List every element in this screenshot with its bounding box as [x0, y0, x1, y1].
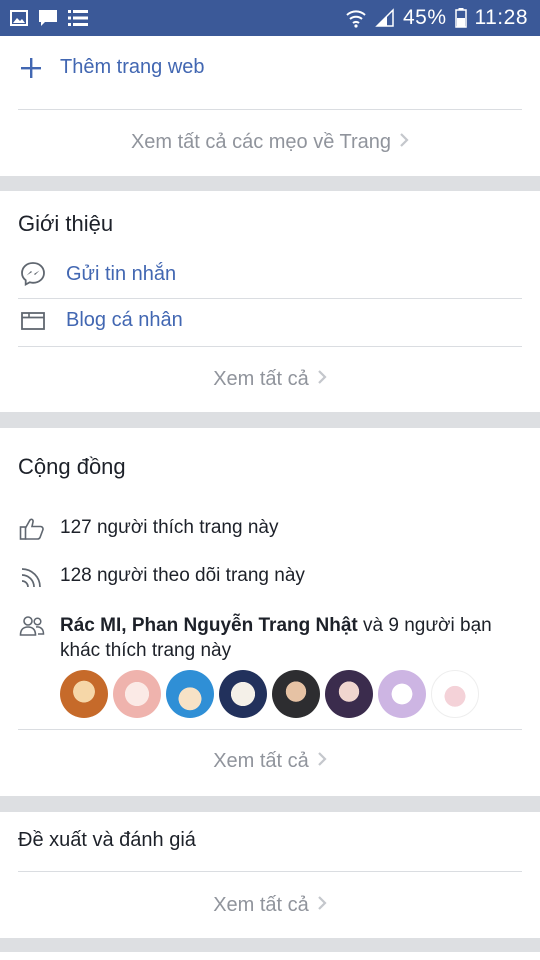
send-message-button[interactable]: Gửi tin nhắn [18, 261, 176, 287]
battery-icon [454, 8, 467, 28]
list-icon [68, 9, 88, 27]
avatar[interactable] [166, 670, 214, 718]
recommendations-section: Đề xuất và đánh giá Xem tất cả [0, 812, 540, 938]
see-all-recommendations-button[interactable]: Xem tất cả [0, 894, 540, 917]
avatar[interactable] [325, 670, 373, 718]
likes-count-text: 127 người thích trang này [60, 517, 279, 538]
recommendations-title: Đề xuất và đánh giá [18, 829, 196, 851]
chevron-right-icon [399, 131, 409, 154]
signal-icon [375, 8, 395, 28]
see-all-page-tips-label: Xem tất cả các mẹo về Trang [130, 131, 392, 153]
friends-like-row: Rác MI, Phan Nguyễn Trang Nhật và 9 ngườ… [18, 613, 520, 663]
status-bar: 45% 11:28 [0, 0, 540, 36]
thumbs-up-icon [18, 517, 46, 541]
divider [18, 298, 522, 299]
wifi-icon [345, 8, 367, 28]
chat-bubble-icon [38, 9, 58, 27]
gallery-icon [10, 10, 28, 26]
divider [18, 109, 522, 110]
messenger-icon [18, 261, 48, 287]
add-website-button[interactable]: Thêm trang web [18, 56, 205, 79]
see-all-about-button[interactable]: Xem tất cả [0, 368, 540, 391]
friend-separator: , [121, 615, 132, 636]
rss-feed-icon [18, 565, 46, 589]
community-section: Cộng đồng 127 người thích trang này 128 … [0, 428, 540, 796]
followers-count-text: 128 người theo dõi trang này [60, 565, 305, 586]
avatar[interactable] [219, 670, 267, 718]
battery-percent: 45% [402, 6, 447, 29]
about-section: Giới thiệu Gửi tin nhắn Blog cá nhân Xem… [0, 191, 540, 412]
chevron-right-icon [317, 368, 327, 391]
divider [18, 871, 522, 872]
followers-row: 128 người theo dõi trang này [18, 565, 305, 589]
see-all-page-tips-button[interactable]: Xem tất cả các mẹo về Trang [0, 131, 540, 154]
send-message-label: Gửi tin nhắn [66, 262, 177, 285]
see-all-about-label: Xem tất cả [213, 368, 309, 390]
clock: 11:28 [474, 6, 528, 29]
see-all-community-label: Xem tất cả [213, 750, 309, 772]
avatar[interactable] [113, 670, 161, 718]
personal-blog-label: Blog cá nhân [66, 309, 183, 331]
see-all-community-button[interactable]: Xem tất cả [0, 750, 540, 773]
friends-icon [18, 613, 46, 637]
plus-icon [18, 57, 44, 79]
add-website-label: Thêm trang web [60, 56, 205, 78]
browser-window-icon [18, 310, 48, 332]
community-title: Cộng đồng [18, 454, 126, 479]
divider [18, 346, 522, 347]
next-section [0, 952, 540, 960]
avatar[interactable] [60, 670, 108, 718]
avatar[interactable] [272, 670, 320, 718]
chevron-right-icon [317, 750, 327, 773]
about-title: Giới thiệu [18, 211, 114, 236]
friend-avatars [60, 670, 479, 718]
likes-row: 127 người thích trang này [18, 517, 278, 541]
chevron-right-icon [317, 894, 327, 917]
friends-like-text: Rác MI, Phan Nguyễn Trang Nhật và 9 ngườ… [60, 613, 520, 663]
avatar[interactable] [431, 670, 479, 718]
personal-blog-link[interactable]: Blog cá nhân [18, 309, 183, 332]
avatar[interactable] [378, 670, 426, 718]
divider [18, 729, 522, 730]
friend-name-link[interactable]: Rác MI [60, 615, 121, 636]
friend-name-link[interactable]: Phan Nguyễn Trang Nhật [132, 615, 358, 636]
see-all-recommendations-label: Xem tất cả [213, 894, 309, 916]
page-tips-section: Thêm trang web Xem tất cả các mẹo về Tra… [0, 36, 540, 176]
